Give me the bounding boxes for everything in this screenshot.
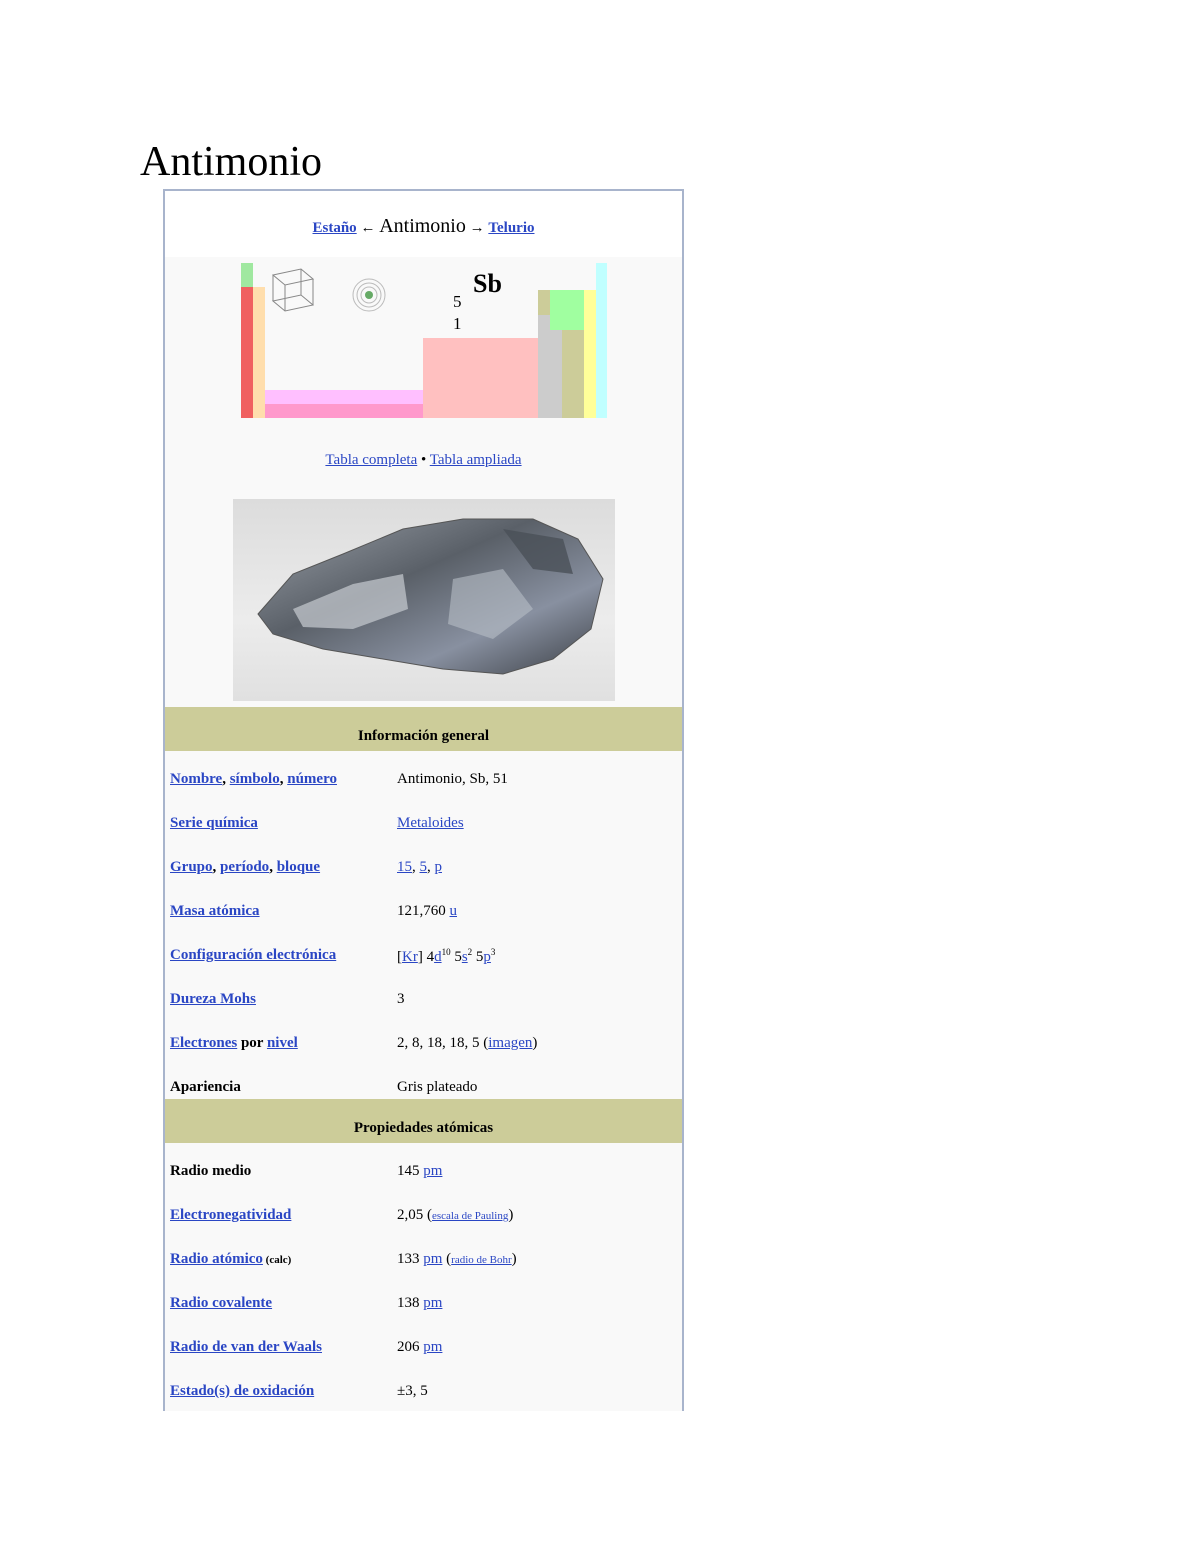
pt-block-actinides (265, 404, 435, 418)
atomic-mass-link[interactable]: Masa atómica (170, 903, 260, 919)
element-navigation: Estaño ← Antimonio → Telurio (165, 191, 682, 257)
appearance-label: Apariencia (170, 1079, 241, 1095)
metalloids-link[interactable]: Metaloides (397, 815, 464, 831)
name-value: Antimonio, Sb, 51 (397, 771, 508, 787)
row-covalent-radius: Radio covalente 138 pm (170, 1295, 443, 1311)
p-orbital-link[interactable]: p (483, 949, 491, 965)
period-link[interactable]: período (220, 859, 269, 875)
atomic-radius-link[interactable]: Radio atómico (170, 1251, 263, 1267)
extended-table-link[interactable]: Tabla ampliada (430, 452, 522, 468)
row-electronegativity: Electronegatividad 2,05 (escala de Pauli… (170, 1207, 514, 1223)
pm-link[interactable]: pm (423, 1163, 442, 1179)
atomic-number: 5 1 (453, 292, 462, 333)
pt-block-poor-metals (538, 315, 550, 418)
row-atomic-mass: Masa atómica 121,760 u (165, 883, 682, 927)
pt-block-h (241, 263, 253, 287)
current-element-name: Antimonio (379, 215, 466, 237)
row-atomic-radius: Radio atómico (calc) 133 pm (radio de Bo… (170, 1251, 517, 1267)
mohs-value: 3 (397, 991, 405, 1007)
kr-link[interactable]: Kr (402, 949, 418, 965)
row-chemical-series: Serie química Metaloides (165, 795, 682, 839)
pt-block-halogens (584, 290, 596, 418)
pt-block-lanthanides (265, 390, 435, 404)
section-atomic-header: Propiedades atómicas (165, 1099, 682, 1143)
pm-link[interactable]: pm (423, 1251, 442, 1267)
full-table-link[interactable]: Tabla completa (325, 452, 417, 468)
oxidation-states-link[interactable]: Estado(s) de oxidación (170, 1383, 314, 1399)
next-element-link[interactable]: Telurio (488, 220, 534, 236)
prev-element-link[interactable]: Estaño (313, 220, 357, 236)
pt-block-alkali (241, 287, 253, 418)
pt-block-nonmetals (550, 290, 584, 330)
pt-block-alkaline (253, 287, 265, 418)
block-value-link[interactable]: p (435, 859, 443, 875)
row-mean-radius: Radio medio 145 pm (170, 1163, 443, 1179)
section-general-header: Información general (165, 707, 682, 751)
atomic-mass-value: 121,760 (397, 903, 446, 919)
level-link[interactable]: nivel (267, 1035, 298, 1051)
image-link[interactable]: imagen (488, 1035, 532, 1051)
row-electron-config: Configuración electrónica [Kr] 4d10 5s2 … (170, 947, 496, 965)
antimony-photo[interactable] (233, 499, 615, 701)
unit-u-link[interactable]: u (450, 903, 458, 919)
electron-config-link[interactable]: Configuración electrónica (170, 947, 336, 963)
number-link[interactable]: número (287, 771, 337, 787)
group-value-link[interactable]: 15 (397, 859, 412, 875)
chemical-series-link[interactable]: Serie química (170, 815, 258, 831)
vdw-radius-link[interactable]: Radio de van der Waals (170, 1339, 322, 1355)
element-infobox: Estaño ← Antimonio → Telurio 5 1 Sb Tabl… (163, 189, 684, 1411)
row-mohs-hardness: Dureza Mohs 3 (165, 971, 682, 1015)
electron-shell-icon (352, 278, 386, 312)
electrons-link[interactable]: Electrones (170, 1035, 237, 1051)
mohs-hardness-link[interactable]: Dureza Mohs (170, 991, 256, 1007)
bohr-radius-link[interactable]: radio de Bohr (451, 1254, 511, 1266)
name-link[interactable]: Nombre (170, 771, 222, 787)
row-name-symbol-number: Nombre, símbolo, número Antimonio, Sb, 5… (170, 771, 508, 787)
pt-block-poor-metals-2 (550, 330, 562, 418)
pt-block-transition (423, 338, 539, 418)
pm-link[interactable]: pm (423, 1295, 442, 1311)
bullet-separator: • (421, 452, 427, 468)
d-orbital-link[interactable]: d (434, 949, 442, 965)
pm-link[interactable]: pm (423, 1339, 442, 1355)
symbol-link[interactable]: símbolo (230, 771, 280, 787)
mean-radius-label: Radio medio (170, 1163, 252, 1179)
oxidation-value: ±3, 5 (397, 1383, 428, 1399)
row-electrons-per-level: Electrones por nivel 2, 8, 18, 18, 5 (im… (170, 1035, 538, 1051)
period-value-link[interactable]: 5 (420, 859, 428, 875)
group-link[interactable]: Grupo (170, 859, 213, 875)
row-group-period-block: Grupo, período, bloque 15, 5, p (170, 859, 443, 875)
row-appearance: Apariencia Gris plateado (165, 1059, 682, 1103)
element-symbol: Sb (473, 269, 502, 298)
appearance-value: Gris plateado (397, 1079, 478, 1095)
page-title: Antimonio (140, 139, 323, 185)
pt-block-noble-gases (596, 263, 607, 418)
electronegativity-link[interactable]: Electronegatividad (170, 1207, 291, 1223)
left-arrow-icon: ← (360, 220, 376, 236)
periodic-table-schematic: 5 1 Sb (241, 263, 607, 418)
covalent-radius-link[interactable]: Radio covalente (170, 1295, 272, 1311)
table-links: Tabla completa • Tabla ampliada (165, 452, 682, 469)
right-arrow-icon: → (469, 220, 485, 236)
pauling-scale-link[interactable]: escala de Pauling (432, 1210, 508, 1222)
crystal-structure-icon (271, 268, 315, 312)
block-link[interactable]: bloque (277, 859, 320, 875)
row-van-der-waals-radius: Radio de van der Waals 206 pm (170, 1339, 443, 1355)
row-oxidation-states: Estado(s) de oxidación ±3, 5 (165, 1363, 682, 1407)
